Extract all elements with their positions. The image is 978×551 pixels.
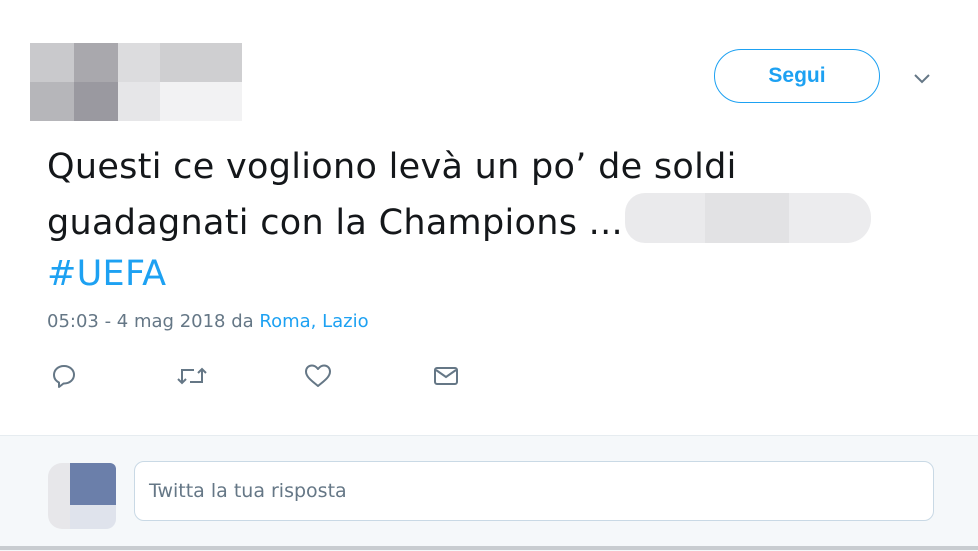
hashtag-link[interactable]: #UEFA (47, 254, 166, 294)
divider (0, 546, 978, 550)
heart-icon[interactable] (302, 360, 334, 392)
tweet-timestamp: 05:03 - 4 mag 2018 da (47, 311, 260, 332)
reply-placeholder: Twitta la tua risposta (149, 480, 347, 502)
tweet-meta: 05:03 - 4 mag 2018 da Roma, Lazio (47, 311, 369, 332)
tweet-text-line1: Questi ce vogliono levà un po’ de soldi (47, 147, 737, 187)
censored-mention (624, 193, 871, 243)
follow-button[interactable]: Segui (714, 49, 880, 103)
location-link[interactable]: Roma, Lazio (259, 311, 368, 332)
envelope-icon[interactable] (430, 360, 462, 392)
avatar (48, 463, 116, 529)
reply-icon[interactable] (48, 360, 80, 392)
chevron-down-icon[interactable] (907, 64, 937, 94)
tweet-text-line2: guadagnati con la Champions ... (47, 193, 927, 249)
retweet-icon[interactable] (176, 360, 208, 392)
reply-input[interactable]: Twitta la tua risposta (134, 461, 934, 521)
tweet-text: Questi ce vogliono levà un po’ de soldi … (47, 142, 927, 300)
censored-user-header (30, 43, 242, 121)
